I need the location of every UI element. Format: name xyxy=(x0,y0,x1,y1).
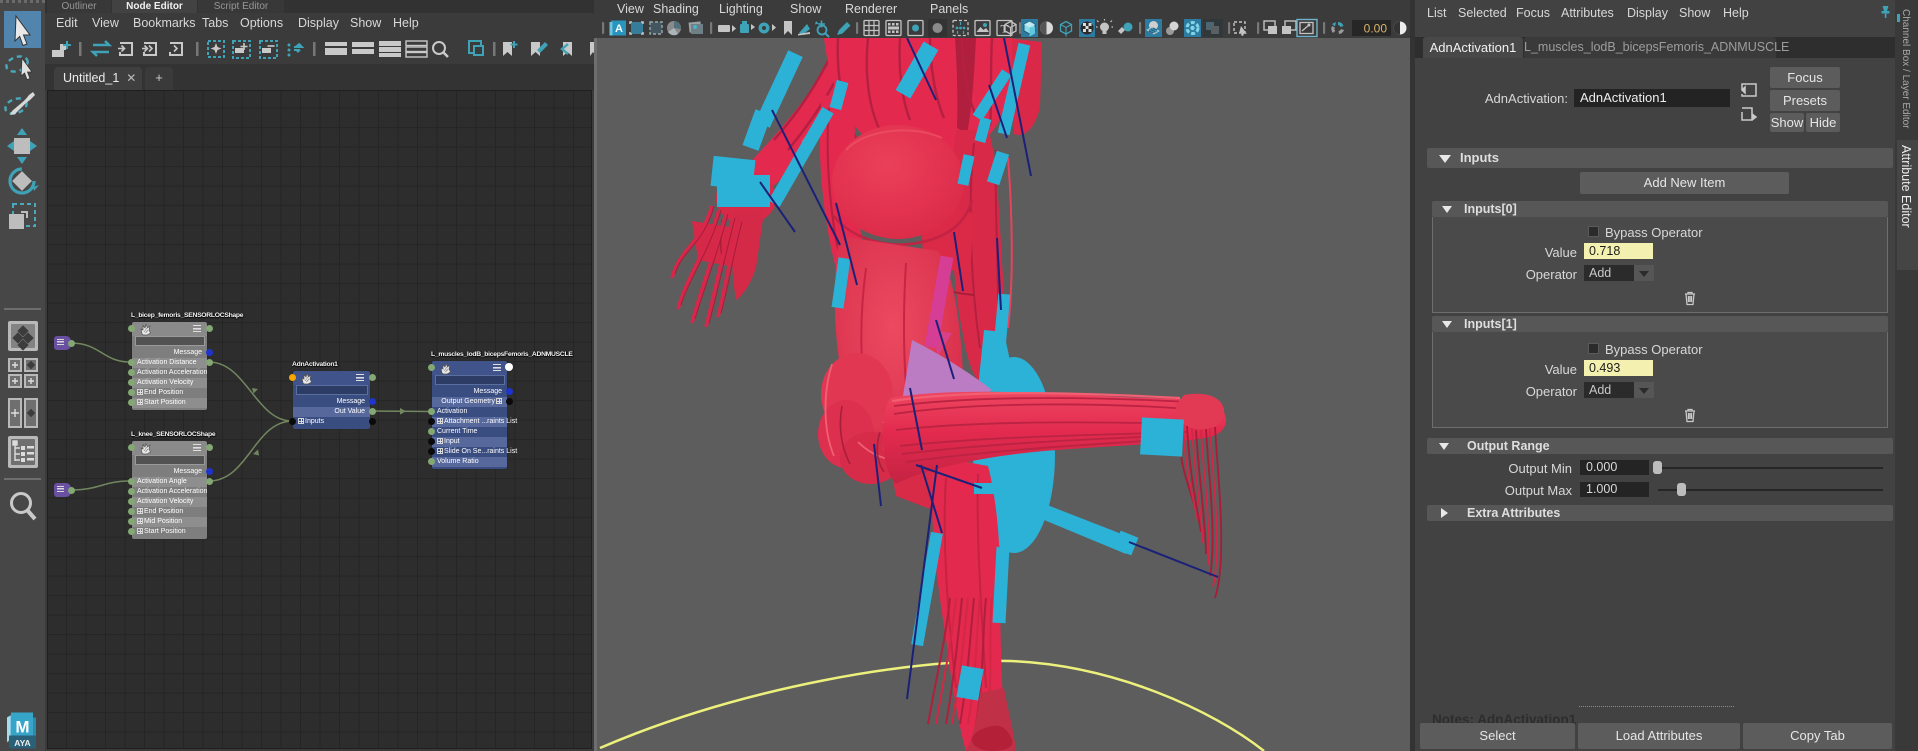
svg-text:A: A xyxy=(615,23,623,35)
svg-text:AYA: AYA xyxy=(14,738,30,748)
svg-text:0.00: 0.00 xyxy=(1364,22,1388,36)
svg-text:M: M xyxy=(15,718,29,737)
